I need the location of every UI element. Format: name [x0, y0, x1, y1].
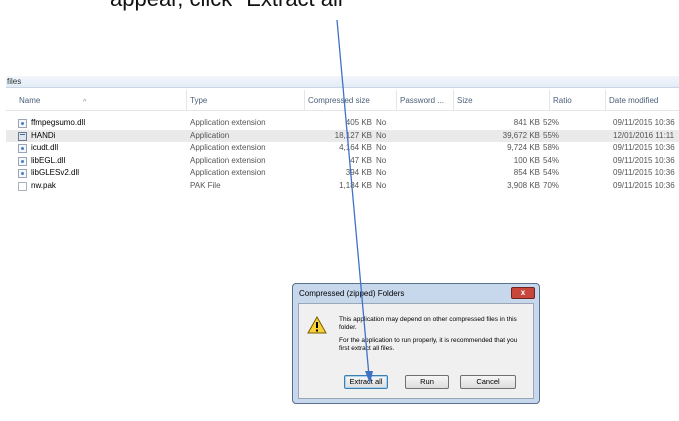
- file-name: libGLESv2.dll: [31, 168, 80, 178]
- cancel-button[interactable]: Cancel: [460, 375, 516, 389]
- file-ratio: 70%: [543, 180, 560, 190]
- file-compressed-size: 47 KB: [350, 155, 372, 165]
- file-date-modified: 09/11/2015 10:36: [613, 168, 675, 178]
- file-row[interactable]: icudt.dll Application extension 4,164 KB…: [6, 142, 679, 155]
- file-compressed-size: 394 KB: [345, 168, 372, 178]
- file-row[interactable]: nw.pak PAK File 1,184 KB No 3,908 KB 70%…: [6, 180, 679, 193]
- file-size: 100 KB: [513, 155, 540, 165]
- file-ratio: 58%: [543, 143, 560, 153]
- current-folder-label: files: [7, 77, 22, 86]
- file-type: Application: [190, 130, 230, 140]
- warning-icon: [307, 316, 327, 334]
- file-type: PAK File: [190, 180, 221, 190]
- dll-file-icon: [18, 169, 27, 179]
- file-compressed-size: 18,127 KB: [334, 130, 372, 140]
- sort-ascending-icon: ^: [83, 99, 87, 106]
- column-header-size-label: Size: [457, 96, 473, 105]
- column-header-compressed-size[interactable]: Compressed size: [304, 90, 396, 110]
- caption-text: appear, click "Extract all": [110, 0, 351, 12]
- file-compressed-size: 1,184 KB: [339, 180, 372, 190]
- column-header-name-label: Name: [19, 96, 41, 105]
- file-date-modified: 12/01/2016 11:11: [613, 130, 675, 140]
- dll-file-icon: [18, 119, 27, 128]
- file-type: Application extension: [190, 155, 266, 165]
- file-size: 841 KB: [513, 118, 540, 127]
- file-size: 9,724 KB: [507, 143, 540, 153]
- column-header-type[interactable]: Type: [186, 90, 304, 110]
- file-date-modified: 09/11/2015 10:36: [613, 143, 675, 153]
- file-ratio: 55%: [543, 130, 560, 140]
- file-password: No: [376, 118, 387, 127]
- file-password: No: [376, 155, 387, 165]
- file-row-selected[interactable]: HANDi Application 18,127 KB No 39,672 KB…: [6, 129, 679, 143]
- file-name: icudt.dll: [31, 143, 59, 153]
- file-list: ffmpegsumo.dll Application extension 405…: [6, 117, 679, 193]
- dll-file-icon: [18, 156, 27, 166]
- file-type: Application extension: [190, 168, 266, 178]
- file-password: No: [376, 168, 387, 178]
- file-ratio: 52%: [543, 118, 560, 127]
- dialog-content: This application may depend on other com…: [298, 303, 534, 399]
- run-button[interactable]: Run: [405, 375, 449, 389]
- column-header-date-modified[interactable]: Date modified: [605, 90, 679, 110]
- application-icon: [18, 131, 27, 141]
- file-password: No: [376, 180, 387, 190]
- blank-file-icon: [18, 181, 27, 191]
- dialog-message-recommendation: For the application to run properly, it …: [339, 337, 518, 352]
- close-icon: x: [520, 288, 526, 297]
- column-header-ratio-label: Ratio: [553, 96, 572, 105]
- file-name: ffmpegsumo.dll: [31, 118, 86, 127]
- file-size: 3,908 KB: [507, 180, 540, 190]
- file-password: No: [376, 143, 387, 153]
- column-header-compressed-size-label: Compressed size: [308, 96, 370, 105]
- file-name: HANDi: [31, 130, 56, 140]
- file-date-modified: 09/11/2015 10:36: [613, 180, 675, 190]
- column-header-type-label: Type: [190, 96, 208, 105]
- close-button[interactable]: x: [511, 287, 535, 299]
- file-type: Application extension: [190, 143, 266, 153]
- file-row[interactable]: ffmpegsumo.dll Application extension 405…: [6, 117, 679, 130]
- column-header-size[interactable]: Size: [453, 90, 549, 110]
- dll-file-icon: [18, 144, 27, 154]
- column-header-date-modified-label: Date modified: [609, 96, 659, 105]
- file-name: libEGL.dll: [31, 155, 66, 165]
- column-header-name[interactable]: Name ^: [16, 90, 186, 110]
- file-compressed-size: 405 KB: [345, 118, 372, 127]
- column-header-row: Name ^ Type Compressed size Password ...…: [6, 90, 679, 111]
- file-ratio: 54%: [543, 168, 560, 178]
- column-header-ratio[interactable]: Ratio: [549, 90, 605, 110]
- column-header-password-label: Password ...: [400, 96, 445, 105]
- compressed-folders-dialog: Compressed (zipped) Folders x This appli…: [292, 283, 540, 404]
- file-password: No: [376, 130, 387, 140]
- file-row[interactable]: libGLESv2.dll Application extension 394 …: [6, 167, 679, 180]
- file-size: 854 KB: [513, 168, 540, 178]
- file-type: Application extension: [190, 118, 266, 127]
- extract-all-button[interactable]: Extract all: [344, 375, 388, 389]
- dialog-message-dependency: This application may depend on other com…: [339, 316, 517, 331]
- file-ratio: 54%: [543, 155, 560, 165]
- column-header-password[interactable]: Password ...: [396, 90, 453, 110]
- file-size: 39,672 KB: [502, 130, 540, 140]
- file-date-modified: 09/11/2015 10:36: [613, 118, 675, 127]
- file-name: nw.pak: [31, 180, 56, 190]
- file-compressed-size: 4,164 KB: [339, 143, 372, 153]
- dialog-title: Compressed (zipped) Folders: [299, 289, 405, 298]
- file-date-modified: 09/11/2015 10:36: [613, 155, 675, 165]
- address-bar[interactable]: files: [6, 76, 679, 88]
- file-row[interactable]: libEGL.dll Application extension 47 KB N…: [6, 155, 679, 168]
